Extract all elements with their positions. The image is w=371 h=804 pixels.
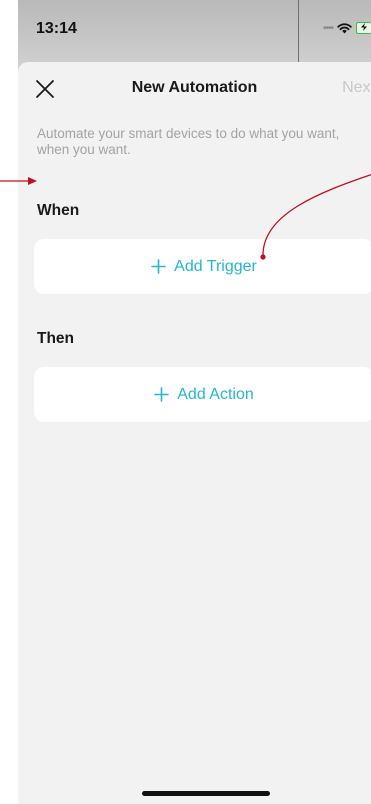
add-trigger-label: Add Trigger bbox=[174, 257, 257, 275]
next-button[interactable]: Next bbox=[342, 79, 371, 97]
home-indicator bbox=[142, 791, 270, 796]
then-section-label: Then bbox=[37, 330, 75, 347]
status-icons: •••• bbox=[323, 22, 371, 34]
add-action-label: Add Action bbox=[177, 385, 254, 403]
add-action-button[interactable]: Add Action bbox=[34, 367, 371, 422]
plus-icon bbox=[151, 259, 166, 274]
new-automation-sheet: New Automation Next Automate your smart … bbox=[18, 62, 371, 804]
screen: 13:14 •••• New Automation Next bbox=[0, 0, 371, 804]
status-bar: 13:14 •••• bbox=[18, 0, 371, 60]
description-text: Automate your smart devices to do what y… bbox=[37, 126, 340, 157]
navigation-bar: New Automation Next bbox=[18, 62, 371, 114]
page-title: New Automation bbox=[131, 79, 258, 96]
cellular-signal-icon: •••• bbox=[322, 22, 334, 34]
wifi-icon bbox=[337, 23, 352, 34]
plus-icon bbox=[154, 387, 170, 402]
add-trigger-button[interactable]: Add Trigger bbox=[34, 239, 371, 294]
status-time: 13:14 bbox=[36, 20, 77, 37]
when-section-label: When bbox=[37, 202, 80, 219]
battery-charging-icon bbox=[356, 22, 371, 34]
